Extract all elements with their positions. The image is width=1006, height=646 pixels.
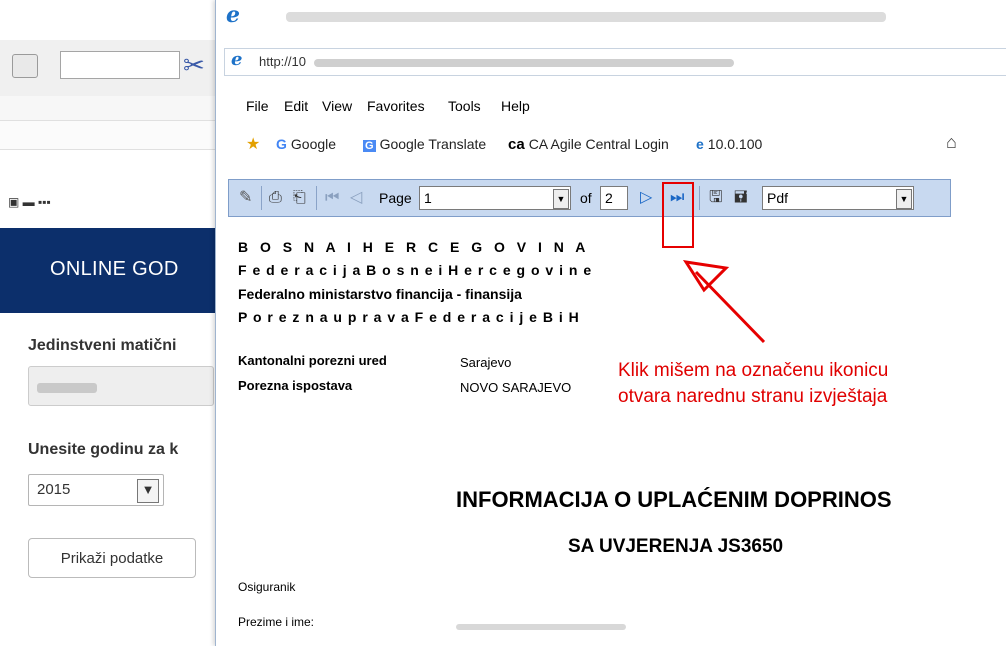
background-bar: [0, 96, 215, 121]
year-select[interactable]: 2015 ▼: [28, 474, 164, 506]
year-label: Unesite godinu za k: [28, 441, 179, 458]
jmbg-field[interactable]: [28, 366, 214, 406]
show-data-button[interactable]: Prikaži podatke: [28, 538, 196, 578]
background-search-input[interactable]: [60, 51, 180, 79]
chevron-down-icon[interactable]: ▼: [137, 479, 159, 503]
annotation-text: Klik mišem na označenu ikonicu otvara na…: [618, 358, 888, 410]
report-viewer-window: e e http://10 File Edit View Favorites T…: [215, 0, 1006, 646]
background-download-button[interactable]: [12, 54, 38, 78]
annotation-arrow: [682, 260, 766, 344]
jmbg-label: Jedinstveni matični: [28, 337, 177, 354]
annotation-line: otvara narednu stranu izvještaja: [618, 386, 888, 407]
background-banner: ONLINE GOD: [0, 228, 215, 313]
background-tab[interactable]: ▣ ▬ ▪▪▪: [8, 195, 51, 209]
banner-title: ONLINE GOD: [50, 258, 179, 280]
annotation-line: Klik mišem na označenu ikonicu: [618, 360, 889, 381]
scissors-icon[interactable]: ✂: [183, 50, 205, 81]
year-value: 2015: [37, 481, 71, 498]
background-bar: [0, 121, 215, 150]
